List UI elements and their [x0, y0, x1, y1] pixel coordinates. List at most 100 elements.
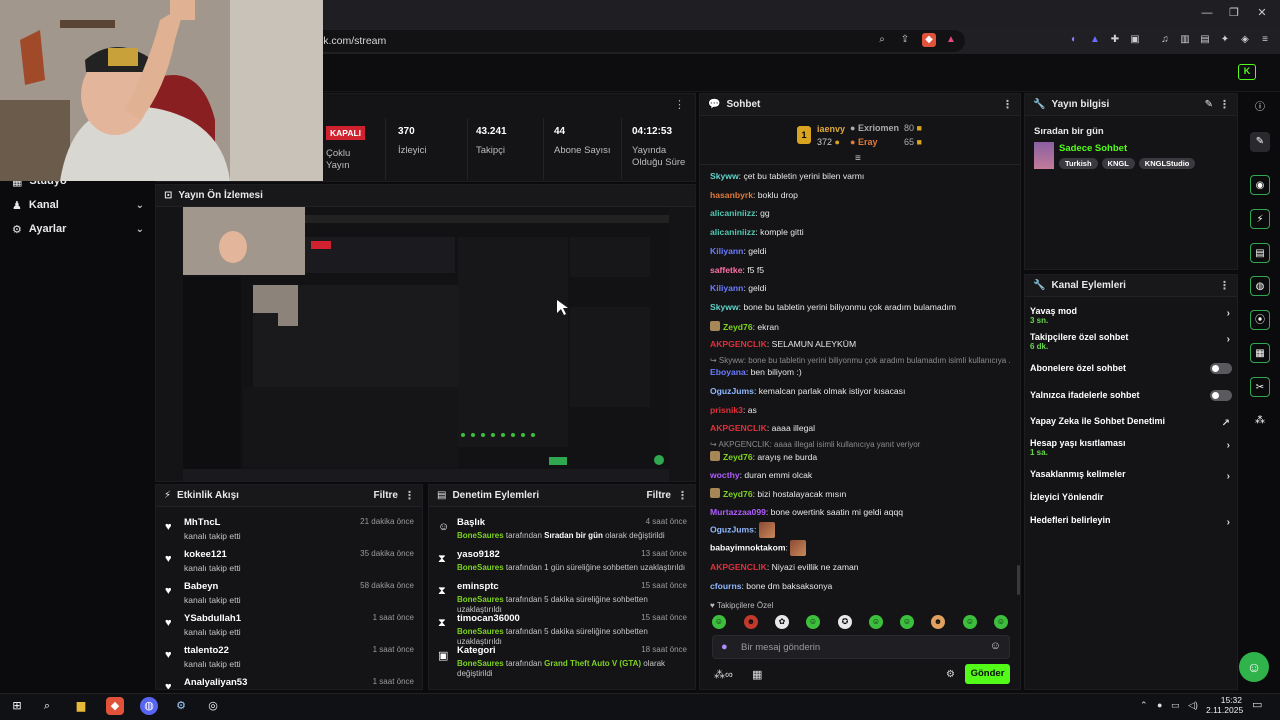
- chat-tools-icon[interactable]: ⁂∞: [714, 668, 733, 681]
- chat-username[interactable]: Zeyd76: [723, 452, 753, 462]
- minimize-button[interactable]: —: [1199, 6, 1215, 20]
- tag[interactable]: Turkish: [1059, 158, 1098, 169]
- emote-image[interactable]: [790, 540, 807, 556]
- followers-only-action[interactable]: Takipçilere özel sohbet 6 dk. ›: [1030, 332, 1232, 351]
- tag[interactable]: KNGL: [1101, 158, 1135, 169]
- extension-leo-icon[interactable]: ◐: [1067, 33, 1081, 47]
- account-age-action[interactable]: Hesap yaşı kısıtlaması 1 sa. ›: [1030, 438, 1232, 457]
- search-icon[interactable]: ⌕: [38, 697, 56, 715]
- emote-icon[interactable]: ☺: [994, 615, 1008, 629]
- emote-icon[interactable]: ☺: [963, 615, 977, 629]
- emoji-picker-icon[interactable]: ☺: [990, 640, 1001, 652]
- more-icon[interactable]: ⋮: [1219, 98, 1230, 111]
- more-icon[interactable]: ⋮: [404, 489, 415, 502]
- chat-username[interactable]: AKPGENCLIK: [710, 423, 767, 433]
- tag[interactable]: KNGLStudio: [1138, 158, 1196, 169]
- category-thumbnail[interactable]: [1034, 142, 1054, 169]
- start-icon[interactable]: ⊞: [8, 697, 26, 715]
- tray-expand-icon[interactable]: ⌃: [1140, 700, 1148, 711]
- wallet-icon[interactable]: ▤: [1198, 33, 1212, 47]
- display-tray-icon[interactable]: ▭: [1171, 700, 1180, 711]
- chat-username[interactable]: Eboyana: [710, 367, 746, 377]
- share-icon[interactable]: ⇪: [898, 33, 912, 47]
- emote-icon[interactable]: ☻: [744, 615, 758, 629]
- send-button[interactable]: Gönder: [965, 664, 1010, 684]
- banned-words-action[interactable]: Yasaklanmış kelimeler ›: [1030, 469, 1232, 482]
- raid-action[interactable]: İzleyici Yönlendir: [1030, 492, 1232, 502]
- chat-username[interactable]: hasanbyrk: [710, 190, 753, 200]
- chat-username[interactable]: OguzJums: [710, 524, 754, 534]
- more-icon[interactable]: ⋮: [1219, 279, 1230, 292]
- chat-username[interactable]: OguzJums: [710, 386, 754, 396]
- steam-icon[interactable]: ⚙: [172, 697, 190, 715]
- moderator-name[interactable]: BoneSaures: [457, 595, 504, 604]
- moderator-name[interactable]: BoneSaures: [457, 659, 504, 668]
- chat-settings-icon[interactable]: ⚙: [946, 669, 955, 680]
- emote-icon[interactable]: ☺: [806, 615, 820, 629]
- chat-username[interactable]: babayimnoktakom: [710, 542, 785, 552]
- brave-browser-icon[interactable]: ◆: [106, 697, 124, 715]
- chat-username[interactable]: Kiliyann: [710, 246, 743, 256]
- close-button[interactable]: ✕: [1254, 6, 1270, 20]
- chat-username[interactable]: AKPGENCLIK: [710, 562, 767, 572]
- emote-icon[interactable]: ☺: [900, 615, 914, 629]
- chat-username[interactable]: Skyww: [710, 302, 739, 312]
- subscribers-only-toggle[interactable]: [1210, 363, 1232, 374]
- microphone-icon[interactable]: ●: [721, 641, 728, 653]
- archive-icon[interactable]: ▦: [1250, 343, 1270, 363]
- stream-preview-video[interactable]: [183, 207, 669, 481]
- chat-username[interactable]: prisnik3: [710, 405, 743, 415]
- emote-icon[interactable]: ✪: [838, 615, 852, 629]
- chat-scrollbar[interactable]: [1017, 565, 1020, 595]
- moderator-name[interactable]: BoneSaures: [457, 627, 504, 636]
- info-icon[interactable]: ⓘ: [1250, 98, 1270, 118]
- extension-vpn-icon[interactable]: ▲: [1088, 33, 1102, 47]
- chat-username[interactable]: Zeyd76: [723, 489, 753, 499]
- discord-icon[interactable]: ◍: [140, 697, 158, 715]
- emote-icon[interactable]: ☻: [931, 615, 945, 629]
- notifications-icon[interactable]: ▭: [1252, 698, 1262, 711]
- chat-username[interactable]: Murtazzaa099: [710, 507, 766, 517]
- kick-logo-icon[interactable]: K: [1238, 64, 1256, 80]
- chat-username[interactable]: cfourns: [710, 581, 742, 591]
- sidebar-item-kanal[interactable]: ♟ Kanal ⌄: [12, 196, 144, 214]
- emote-only-toggle[interactable]: [1210, 390, 1232, 401]
- zoom-icon[interactable]: ⌕: [875, 33, 889, 47]
- more-icon[interactable]: ⋮: [1002, 98, 1013, 111]
- ai-moderation-action[interactable]: Yapay Zeka ile Sohbet Denetimi ↗: [1030, 416, 1232, 429]
- chat-username[interactable]: saffetke: [710, 265, 742, 275]
- chat-username[interactable]: Skyww: [710, 171, 739, 181]
- rewards-icon[interactable]: ▲: [944, 33, 958, 47]
- chat-username[interactable]: AKPGENCLIK: [710, 339, 767, 349]
- ai-icon[interactable]: ✦: [1218, 33, 1232, 47]
- menu-icon[interactable]: ≡: [1258, 33, 1272, 47]
- camera-icon[interactable]: ◉: [1250, 175, 1270, 195]
- brave-shield-icon[interactable]: ◆: [922, 33, 936, 47]
- moderation-filter-button[interactable]: Filtre: [647, 490, 671, 501]
- address-bar[interactable]: ck.com/stream: [300, 30, 965, 52]
- tools-icon[interactable]: ✂: [1250, 377, 1270, 397]
- obs-icon[interactable]: ◎: [204, 697, 222, 715]
- store-icon[interactable]: ▦: [752, 668, 762, 681]
- screenshot-icon[interactable]: ▣: [1128, 33, 1142, 47]
- chat-username[interactable]: Zeyd76: [723, 322, 753, 332]
- file-explorer-icon[interactable]: ▆: [72, 697, 90, 715]
- chat-input[interactable]: ● Bir mesaj gönderin ☺: [712, 635, 1010, 659]
- more-icon[interactable]: ⋮: [677, 489, 688, 502]
- chat-bubble-icon[interactable]: ◍: [1250, 276, 1270, 296]
- document-icon[interactable]: ▤: [1250, 243, 1270, 263]
- apps-icon[interactable]: ⁂: [1250, 411, 1270, 431]
- restore-button[interactable]: ❐: [1226, 6, 1242, 20]
- edit-layout-icon[interactable]: ✎: [1250, 132, 1270, 152]
- activity-filter-button[interactable]: Filtre: [374, 490, 398, 501]
- top-gifter-name[interactable]: iaenvy: [817, 124, 845, 134]
- volume-icon[interactable]: ◁): [1188, 700, 1198, 711]
- chat-username[interactable]: Kiliyann: [710, 283, 743, 293]
- slow-mode-action[interactable]: Yavaş mod 3 sn. ›: [1030, 306, 1232, 325]
- clock[interactable]: 15:32 2.11.2025: [1206, 695, 1243, 715]
- support-chat-icon[interactable]: ☺: [1239, 652, 1269, 682]
- chat-username[interactable]: alicaniniizz: [710, 208, 755, 218]
- emote-image[interactable]: [758, 522, 775, 538]
- sidebar-toggle-icon[interactable]: ▥: [1178, 33, 1192, 47]
- chat-username[interactable]: wocthy: [710, 470, 740, 480]
